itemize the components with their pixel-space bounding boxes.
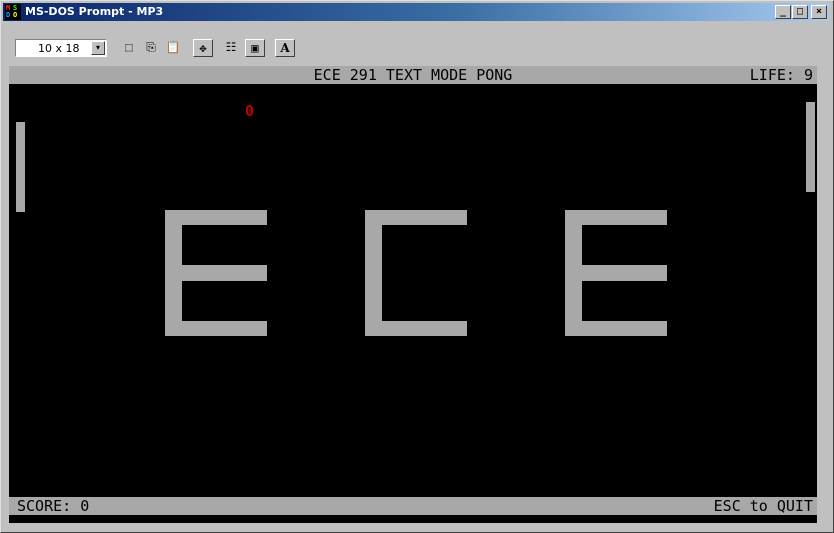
ms-dos-icon[interactable]: M S D O [5,4,21,20]
paste-icon[interactable]: 📋 [163,39,183,57]
chevron-down-icon[interactable]: ▾ [91,41,105,55]
banner-letter-e-1 [165,210,267,336]
bottom-status-bar: SCORE: 0 ESC to QUIT [9,497,817,515]
left-paddle [16,122,25,212]
banner-letter-e-2 [565,210,667,336]
window-title: MS-DOS Prompt - MP3 [25,5,164,18]
font-icon[interactable]: A [275,39,295,57]
terminal-screen[interactable]: ECE 291 TEXT MODE PONG LIFE: 9 0 SCORE: … [9,66,817,523]
toolbar: 10 x 18 ▾ ⬚ ⎘ 📋 ✥ ☷ ▣ A [3,23,829,63]
mark-icon[interactable]: ⬚ [119,39,139,57]
right-paddle [806,102,815,192]
dos-window: M S D O MS-DOS Prompt - MP3 _ □ × 10 x 1… [0,0,834,533]
icon-letter-d: D [6,11,11,19]
background-icon[interactable]: ▣ [245,39,265,57]
score-counter: SCORE: 0 [17,497,90,515]
top-status-bar: ECE 291 TEXT MODE PONG LIFE: 9 [9,66,817,84]
quit-hint: ESC to QUIT [713,497,813,515]
ball: 0 [245,102,255,120]
life-counter: LIFE: 9 [749,66,813,84]
title-bar[interactable]: M S D O MS-DOS Prompt - MP3 _ □ × [3,3,829,21]
copy-icon[interactable]: ⎘ [141,39,161,57]
fullscreen-icon[interactable]: ✥ [193,39,213,57]
font-size-value: 10 x 18 [38,42,80,55]
banner-letter-c [365,210,467,336]
properties-icon[interactable]: ☷ [221,39,241,57]
font-size-select[interactable]: 10 x 18 ▾ [15,39,107,57]
maximize-button[interactable]: □ [792,5,808,19]
minimize-button[interactable]: _ [775,5,791,19]
icon-letter-o: O [13,11,18,19]
close-button[interactable]: × [811,5,827,19]
game-title: ECE 291 TEXT MODE PONG [313,66,513,84]
